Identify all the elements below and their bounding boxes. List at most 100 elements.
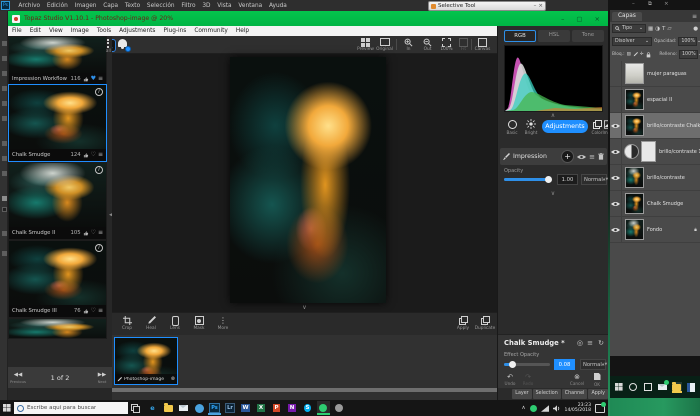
layer-row-chalk-smudge[interactable]: Chalk Smudge: [610, 191, 700, 217]
adjustment-impression[interactable]: Impression + ≡: [500, 148, 607, 165]
effect-opacity-slider[interactable]: [504, 363, 550, 366]
remove-item-icon[interactable]: ⊗: [171, 376, 175, 382]
thumbs-up-icon[interactable]: [83, 152, 89, 158]
word-icon[interactable]: W: [239, 401, 252, 415]
menu-ayuda[interactable]: Ayuda: [266, 3, 291, 9]
thumbs-up-icon[interactable]: [83, 308, 89, 314]
heal-tool-button[interactable]: Heal: [140, 315, 162, 333]
panel-menu-icon[interactable]: ≡: [692, 13, 700, 20]
layer-thumbnail[interactable]: [625, 89, 644, 110]
mail-icon[interactable]: [177, 401, 190, 415]
layer-row-fondo[interactable]: Fondo: [610, 217, 700, 243]
histogram-tab-tone[interactable]: Tone: [572, 30, 604, 42]
topaz-menu-file[interactable]: File: [8, 28, 26, 34]
menu-seleccion[interactable]: Selección: [144, 3, 178, 9]
menu-capa[interactable]: Capa: [100, 3, 122, 9]
blend-mode-dropdown-ps[interactable]: Disolver⌄: [612, 37, 652, 46]
tab-channel[interactable]: Channel: [562, 389, 588, 399]
file-explorer-icon[interactable]: [672, 382, 682, 393]
preset-menu-icon[interactable]: ≡: [98, 76, 103, 82]
info-icon[interactable]: i: [95, 166, 103, 174]
powerpoint-icon[interactable]: P: [270, 401, 283, 415]
start-button[interactable]: [614, 382, 624, 393]
filter-adjustment-layers-icon[interactable]: ◑: [655, 26, 660, 32]
menu-3d[interactable]: 3D: [199, 3, 214, 9]
topaz-menu-image[interactable]: Image: [67, 28, 93, 34]
reset-icon[interactable]: ↻: [598, 339, 604, 347]
preset-menu-icon[interactable]: ≡: [98, 308, 103, 314]
task-view-button[interactable]: [128, 402, 142, 414]
clock[interactable]: 23:23 14/05/2018: [565, 403, 591, 413]
image-canvas[interactable]: ∨: [112, 54, 497, 312]
onenote-icon[interactable]: N: [286, 401, 299, 415]
add-adjustment-icon[interactable]: +: [561, 150, 574, 163]
lock-all-icon[interactable]: [646, 52, 651, 58]
effect-menu-icon[interactable]: ≡: [587, 339, 593, 347]
effect-blend-dropdown[interactable]: Normal▲▼: [580, 359, 606, 370]
ok-button[interactable]: OK: [588, 373, 606, 387]
tab-layer[interactable]: Layer: [512, 389, 531, 399]
antivirus-tray-icon[interactable]: [530, 405, 537, 412]
adjustment-layer-icon[interactable]: [624, 144, 639, 159]
lock-brush-icon[interactable]: [633, 52, 638, 57]
preview-button[interactable]: Preview: [357, 37, 374, 53]
delete-trash-icon[interactable]: [598, 153, 604, 160]
favorite-heart-icon[interactable]: ♥: [91, 76, 96, 82]
topaz-titlebar[interactable]: Topaz Studio V1.10.1 - Photoshop-image @…: [8, 11, 608, 26]
task-view-icon[interactable]: [643, 382, 653, 393]
filter-type-dropdown[interactable]: Tipo ⌄: [612, 24, 646, 33]
tab-apply[interactable]: Apply: [588, 389, 608, 399]
cancel-button[interactable]: ⊗Cancel: [568, 373, 586, 386]
adjustment-collapse-icon[interactable]: ∨: [498, 190, 608, 197]
topaz-menu-adjustments[interactable]: Adjustments: [115, 28, 159, 34]
topaz-menu-edit[interactable]: Edit: [26, 28, 45, 34]
original-button[interactable]: Original: [376, 37, 393, 53]
zoom-100-button[interactable]: 100%: [438, 37, 455, 53]
menu-filtro[interactable]: Filtro: [178, 3, 199, 9]
favorite-heart-icon[interactable]: ♡: [91, 308, 96, 314]
bright-tab[interactable]: Bright: [523, 118, 539, 135]
menu-texto[interactable]: Texto: [121, 3, 143, 9]
selective-tool-minimize-icon[interactable]: –: [534, 3, 537, 9]
zoom-out-button[interactable]: Out: [419, 37, 436, 53]
visibility-toggle[interactable]: [610, 165, 622, 191]
blend-mode-dropdown[interactable]: Normal▲▼: [581, 174, 607, 185]
excel-icon[interactable]: X: [255, 401, 268, 415]
filter-type-layers-icon[interactable]: T: [662, 26, 665, 32]
visibility-toggle[interactable]: [610, 191, 622, 217]
layer-thumbnail[interactable]: [625, 63, 644, 84]
photoshop-icon[interactable]: Ps: [208, 401, 221, 415]
menu-vista[interactable]: Vista: [214, 3, 235, 9]
topaz-minimize-icon[interactable]: –: [557, 15, 568, 23]
more-tools-button[interactable]: ⋮ More: [212, 315, 234, 333]
histogram-tab-hsl[interactable]: HSL: [538, 30, 570, 42]
preset-menu-icon[interactable]: ≡: [98, 152, 103, 158]
preset-card-chalk-smudge-iii[interactable]: i Chalk Smudge III 76 ♡ ≡: [8, 240, 107, 318]
adjustment-menu-icon[interactable]: ≡: [589, 153, 595, 161]
layer-row-brillo-contraste-chalk-smudge-ii[interactable]: brillo/contraste Chalk Smudge II: [610, 113, 700, 139]
layer-mask-thumbnail[interactable]: [641, 141, 656, 162]
next-page-button[interactable]: ▶▶ Next: [92, 372, 112, 384]
opacity-slider-knob[interactable]: [545, 176, 552, 183]
mask-tool-button[interactable]: Mask: [188, 315, 210, 333]
word-icon[interactable]: [687, 382, 697, 393]
zoom-in-button[interactable]: In: [400, 37, 417, 53]
preset-menu-icon[interactable]: ≡: [98, 230, 103, 236]
undo-button[interactable]: ↶Undo: [501, 373, 519, 386]
prev-page-button[interactable]: ◀◀ Previous: [8, 372, 28, 384]
selective-tool-close-icon[interactable]: ×: [538, 3, 543, 9]
visibility-toggle[interactable]: [610, 87, 622, 113]
layer-row-mujer-paraguas[interactable]: mujer paraguas: [610, 61, 700, 87]
info-icon[interactable]: i: [95, 244, 103, 252]
favorite-heart-icon[interactable]: ♡: [91, 152, 96, 158]
edge-icon[interactable]: e: [146, 401, 159, 415]
topaz-studio-icon[interactable]: [317, 401, 330, 415]
selective-tool-window[interactable]: Selective Tool – ×: [428, 1, 546, 11]
preset-card-chalk-smudge[interactable]: i Chalk Smudge 124 ♡ ≡: [8, 84, 107, 162]
visibility-toggle[interactable]: [610, 139, 622, 165]
volume-icon[interactable]: [553, 405, 561, 412]
canvas-collapse-icon[interactable]: ∨: [112, 304, 497, 311]
filter-pixel-layers-icon[interactable]: ▦: [648, 26, 653, 32]
mail-icon[interactable]: [658, 382, 668, 393]
histogram-tab-rgb[interactable]: RGB: [504, 30, 536, 42]
